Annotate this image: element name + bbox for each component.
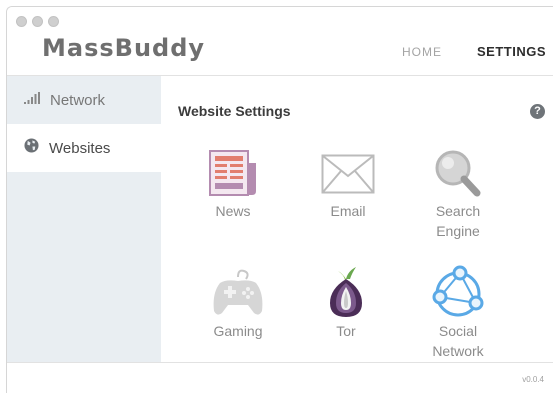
main-panel: Website Settings ? News Email Search Eng… <box>162 76 553 362</box>
tile-news[interactable]: News <box>183 149 283 221</box>
tile-social-network[interactable]: Social Network <box>408 263 508 361</box>
social-network-icon <box>408 263 508 319</box>
nav-home-link[interactable]: HOME <box>402 45 442 59</box>
tor-onion-icon <box>296 263 396 319</box>
tile-tor[interactable]: Tor <box>296 263 396 341</box>
tile-label: Email <box>330 203 366 219</box>
sidebar: Network Websites <box>7 76 161 362</box>
sidebar-item-websites[interactable]: Websites <box>7 124 161 172</box>
globe-icon <box>24 138 39 158</box>
magnifier-icon <box>408 149 508 199</box>
tile-label: Network <box>432 343 484 359</box>
tile-label: News <box>215 203 251 219</box>
tile-email[interactable]: Email <box>298 154 398 221</box>
sidebar-item-label: Websites <box>49 139 111 157</box>
newspaper-icon <box>183 149 283 199</box>
app-window: MassBuddy HOME SETTINGS Network Websites… <box>6 6 553 393</box>
sidebar-item-label: Network <box>50 91 106 109</box>
title-bar: MassBuddy HOME SETTINGS <box>7 7 553 75</box>
nav-settings-link[interactable]: SETTINGS <box>477 44 546 59</box>
tile-search-engine[interactable]: Search Engine <box>408 149 508 241</box>
minimize-window-button[interactable] <box>32 16 43 27</box>
app-logo: MassBuddy <box>42 34 206 62</box>
tile-gaming[interactable]: Gaming <box>188 263 288 341</box>
tile-label: Gaming <box>213 323 263 339</box>
version-label: v0.0.4 <box>522 375 544 384</box>
footer: v0.0.4 <box>7 363 553 393</box>
sidebar-item-network[interactable]: Network <box>7 76 161 124</box>
gamepad-icon <box>188 263 288 319</box>
tile-label: Social <box>438 323 478 339</box>
envelope-icon <box>298 154 398 194</box>
page-title: Website Settings <box>178 103 291 119</box>
tile-label: Search <box>435 203 481 219</box>
close-window-button[interactable] <box>16 16 27 27</box>
help-icon[interactable]: ? <box>530 104 545 119</box>
signal-bars-icon <box>24 91 40 109</box>
tile-label: Engine <box>436 223 480 239</box>
zoom-window-button[interactable] <box>48 16 59 27</box>
tile-label: Tor <box>336 323 356 339</box>
